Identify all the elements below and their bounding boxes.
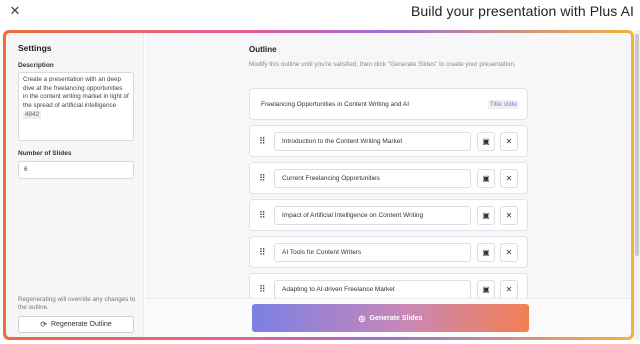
slide-card: ⠿ Impact of Artificial Intelligence on C… — [249, 199, 528, 231]
title-slide-card: Freelancing Opportunities in Content Wri… — [249, 88, 528, 120]
generate-slides-button[interactable]: ◎ Generate Slides — [252, 304, 529, 332]
regenerate-note: Regenerating will override any changes t… — [18, 296, 136, 312]
drag-handle-icon[interactable]: ⠿ — [259, 173, 266, 183]
close-icon[interactable]: ✕ — [500, 169, 518, 188]
settings-title: Settings — [18, 43, 52, 53]
description-text: Create a presentation with an deep dive … — [23, 76, 129, 109]
image-icon[interactable]: ▣ — [477, 280, 495, 299]
image-icon[interactable]: ▣ — [477, 206, 495, 225]
window-header: ✕ Build your presentation with Plus AI — [0, 0, 640, 30]
outline-panel: Outline Modify this outline until you're… — [145, 33, 631, 337]
slide-card: ⠿ Current Freelancing Opportunities ▣ ✕ — [249, 162, 528, 194]
close-icon[interactable]: ✕ — [500, 280, 518, 299]
close-icon[interactable]: ✕ — [500, 243, 518, 262]
slide-title-input[interactable]: Introduction to the Content Writing Mark… — [274, 132, 471, 151]
footer-bar: ◎ Generate Slides — [145, 298, 631, 337]
sparkle-icon: ◎ — [358, 313, 366, 323]
char-count-badge: 4842 — [23, 111, 42, 120]
image-icon[interactable]: ▣ — [477, 132, 495, 151]
slide-card: ⠿ Introduction to the Content Writing Ma… — [249, 125, 528, 157]
gradient-frame: Settings Description Create a presentati… — [3, 30, 634, 340]
image-icon[interactable]: ▣ — [477, 169, 495, 188]
dialog-title: Build your presentation with Plus AI — [410, 3, 634, 19]
slide-card: ⠿ AI Tools for Content Writers ▣ ✕ — [249, 236, 528, 268]
close-icon[interactable]: ✕ — [500, 206, 518, 225]
drag-handle-icon[interactable]: ⠿ — [259, 136, 266, 146]
title-slide-badge: Title slide — [487, 100, 519, 109]
dialog-body: Settings Description Create a presentati… — [6, 33, 631, 337]
outline-hint: Modify this outline until you're satisfi… — [249, 61, 516, 68]
image-icon[interactable]: ▣ — [477, 243, 495, 262]
generate-slides-label: Generate Slides — [369, 314, 423, 322]
settings-panel: Settings Description Create a presentati… — [6, 33, 144, 337]
refresh-icon: ⟳ — [40, 320, 47, 329]
drag-handle-icon[interactable]: ⠿ — [259, 284, 266, 294]
close-icon[interactable]: ✕ — [8, 4, 22, 18]
outline-title: Outline — [249, 45, 277, 54]
number-of-slides-label: Number of Slides — [18, 150, 72, 157]
title-slide-input[interactable]: Freelancing Opportunities in Content Wri… — [256, 96, 521, 113]
slide-title-input[interactable]: Impact of Artificial Intelligence on Con… — [274, 206, 471, 225]
regenerate-outline-label: Regenerate Outline — [50, 321, 112, 328]
scrollbar-thumb[interactable] — [635, 34, 639, 256]
slide-title-input[interactable]: Current Freelancing Opportunities — [274, 169, 471, 188]
slide-title-input[interactable]: Adapting to AI-driven Freelance Market — [274, 280, 471, 299]
close-icon[interactable]: ✕ — [500, 132, 518, 151]
description-textarea[interactable]: Create a presentation with an deep dive … — [18, 72, 134, 141]
scrollbar[interactable] — [634, 30, 640, 340]
description-label: Description — [18, 62, 54, 69]
drag-handle-icon[interactable]: ⠿ — [259, 210, 266, 220]
regenerate-outline-button[interactable]: ⟳ Regenerate Outline — [18, 316, 134, 333]
number-of-slides-input[interactable]: 6 — [18, 161, 134, 179]
slide-title-input[interactable]: AI Tools for Content Writers — [274, 243, 471, 262]
drag-handle-icon[interactable]: ⠿ — [259, 247, 266, 257]
